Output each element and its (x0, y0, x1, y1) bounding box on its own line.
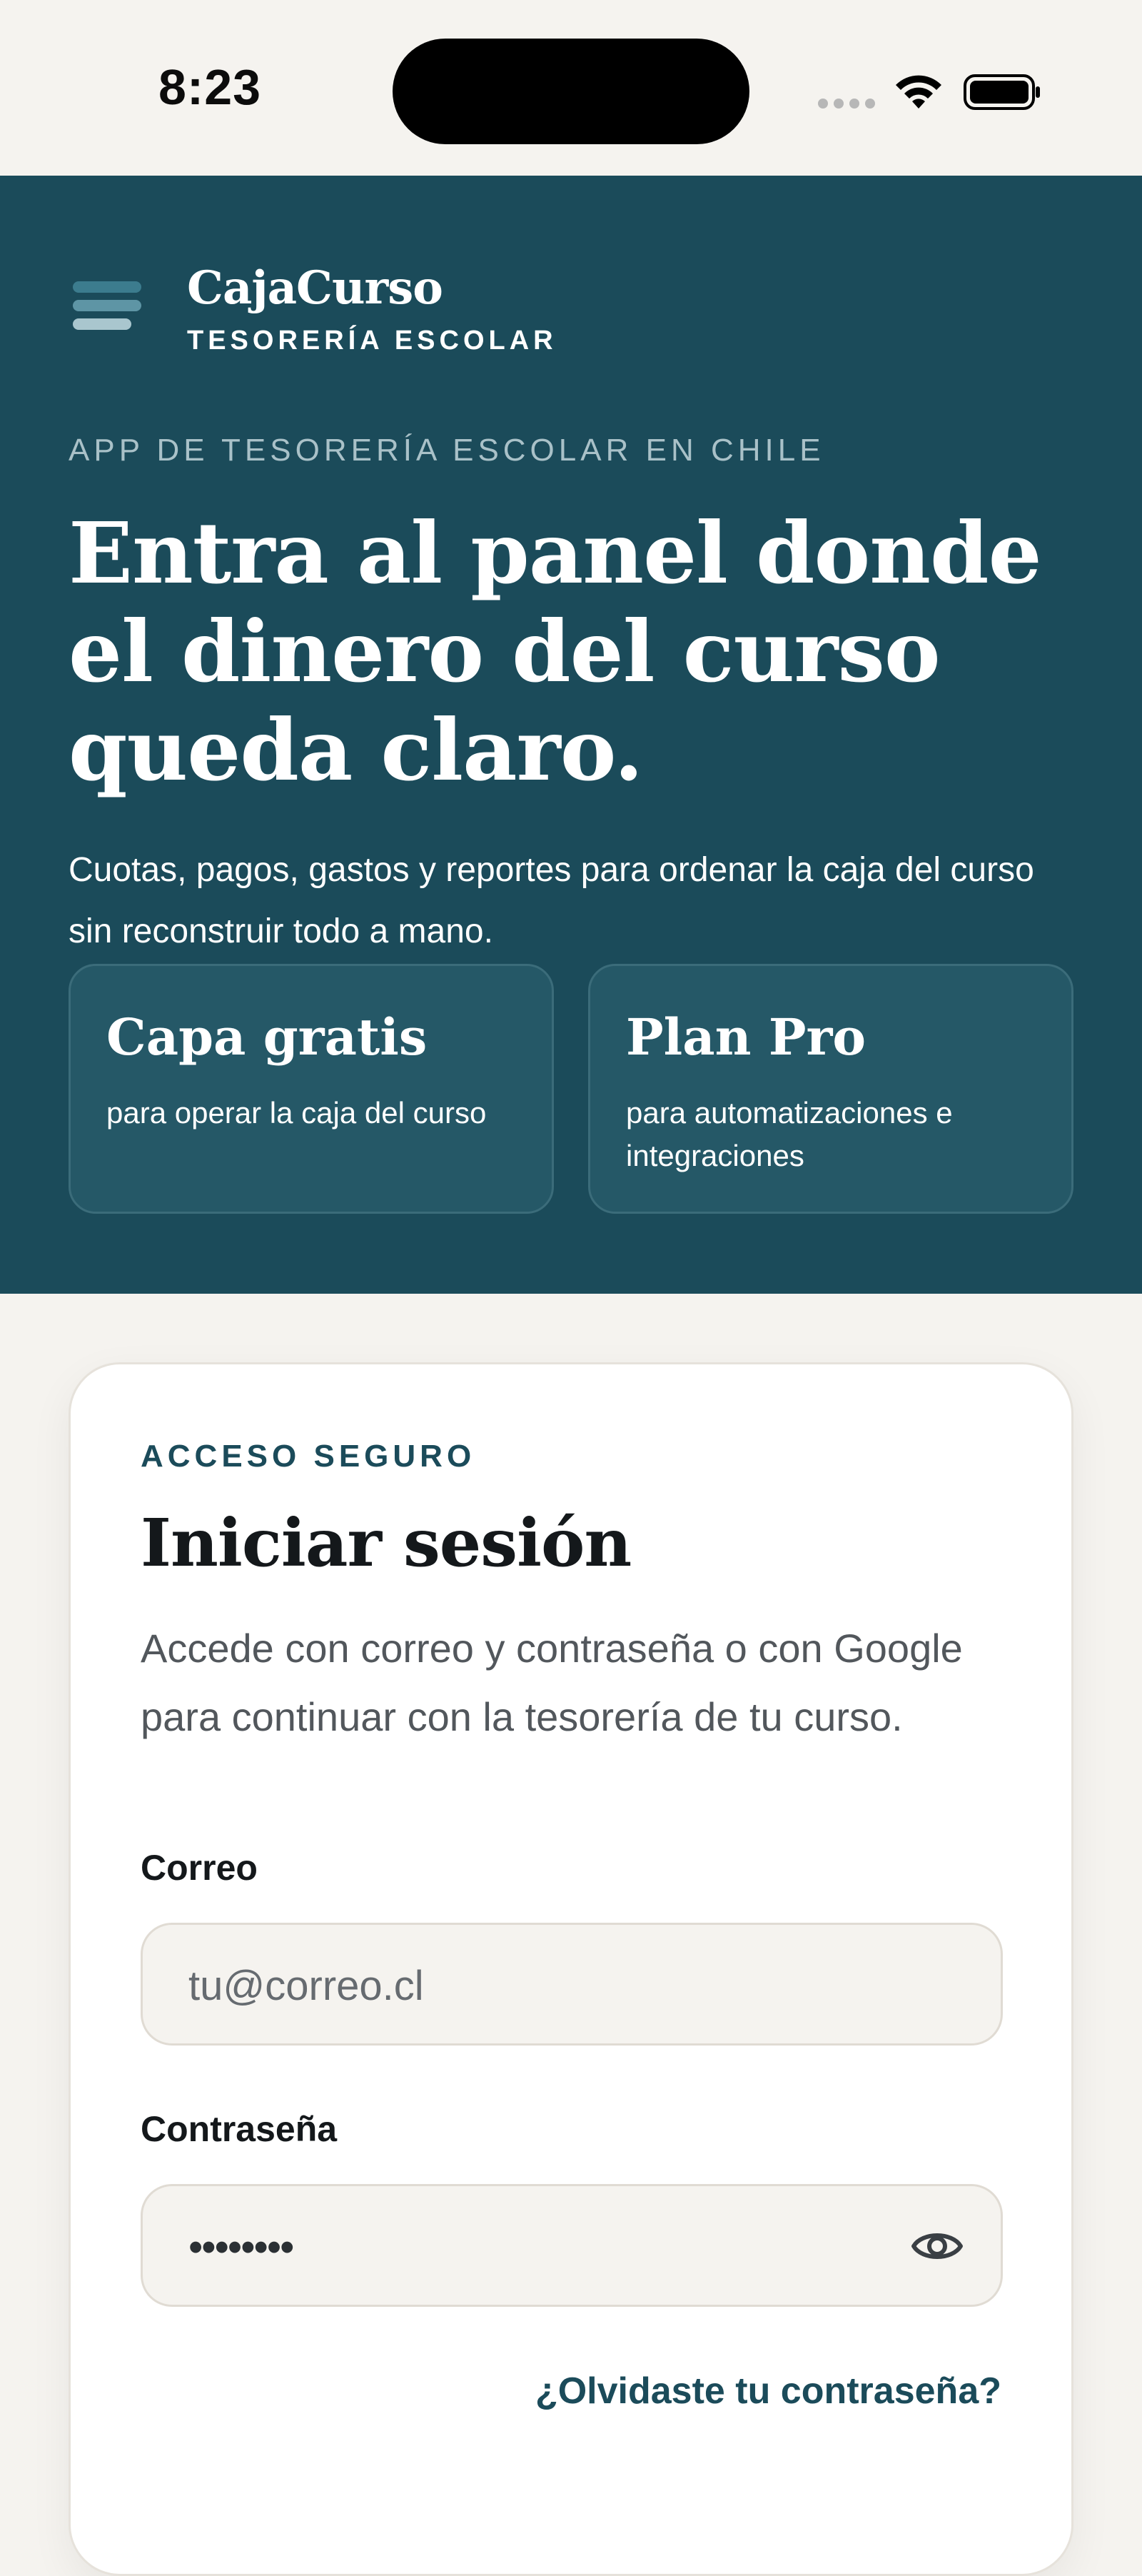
plan-card-free: Capa gratis para operar la caja del curs… (69, 964, 554, 1214)
password-field[interactable]: •••••••• (141, 2184, 1003, 2307)
hero-title: Entra al panel donde el dinero del curso… (69, 503, 1042, 800)
hero-eyebrow: APP DE TESORERÍA ESCOLAR EN CHILE (69, 433, 825, 468)
email-label: Correo (141, 1848, 258, 1888)
plan-title: Capa gratis (106, 1007, 428, 1067)
dynamic-island (393, 39, 749, 144)
menu-icon[interactable] (73, 281, 141, 333)
forgot-password-link[interactable]: ¿Olvidaste tu contraseña? (535, 2370, 1001, 2413)
login-title: Iniciar sesión (141, 1504, 632, 1581)
status-bar: 8:23 (0, 0, 1142, 176)
password-value: •••••••• (188, 2224, 294, 2270)
login-eyebrow: ACCESO SEGURO (141, 1439, 476, 1474)
email-placeholder: tu@correo.cl (188, 1963, 424, 2009)
battery-icon (964, 74, 1040, 110)
login-description: Accede con correo y contraseña o con Goo… (141, 1626, 963, 1739)
email-field[interactable]: tu@correo.cl (141, 1923, 1003, 2046)
plan-subtitle: para operar la caja del curso (106, 1096, 487, 1129)
login-card: ACCESO SEGURO Iniciar sesión Accede con … (69, 1362, 1073, 2576)
brand-tagline: TESORERÍA ESCOLAR (187, 326, 557, 356)
brand-name[interactable]: CajaCurso (187, 261, 443, 315)
plan-subtitle: para automatizaciones e integraciones (626, 1096, 953, 1172)
signal-icon (818, 99, 876, 109)
eye-icon[interactable] (911, 2223, 964, 2269)
status-time: 8:23 (158, 59, 262, 115)
plan-card-pro: Plan Pro para automatizaciones e integra… (588, 964, 1073, 1214)
hero-section: CajaCurso TESORERÍA ESCOLAR APP DE TESOR… (0, 176, 1142, 1294)
hero-description: Cuotas, pagos, gastos y reportes para or… (69, 851, 1034, 950)
password-label: Contraseña (141, 2109, 338, 2149)
plan-title: Plan Pro (626, 1007, 866, 1067)
wifi-icon (896, 75, 941, 109)
